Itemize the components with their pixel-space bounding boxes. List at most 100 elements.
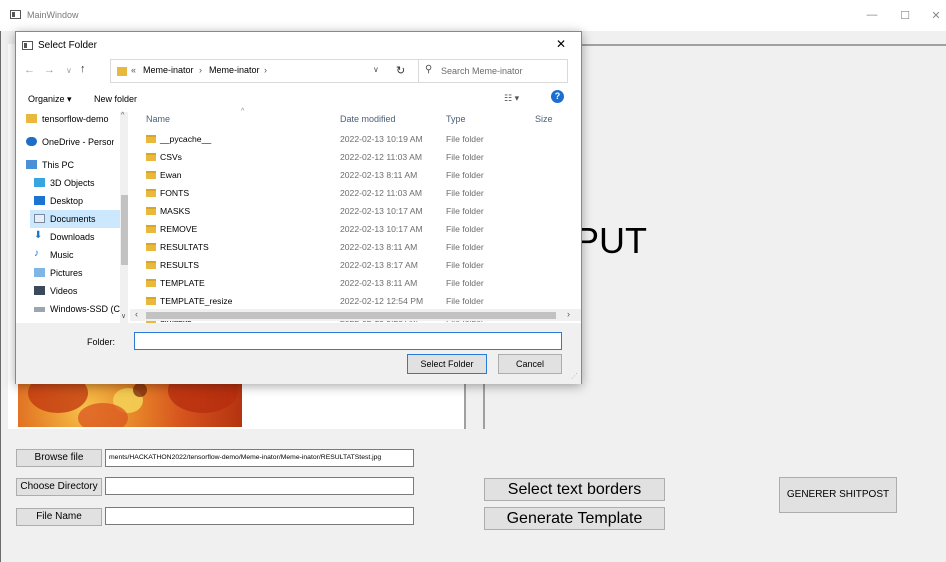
nav-item-pictures[interactable]: Pictures [30,264,122,282]
file-row[interactable]: MASKS 2022-02-13 10:17 AM File folder [146,204,576,219]
nav-item-music[interactable]: ♪ Music [30,246,122,264]
file-type: File folder [446,242,484,252]
file-type: File folder [446,224,484,234]
recent-dropdown-icon[interactable]: ∨ [66,66,72,75]
help-icon[interactable]: ? [551,90,564,103]
dialog-title: Select Folder [38,40,97,51]
videos-icon [34,286,45,295]
file-type: File folder [446,170,484,180]
up-arrow-icon[interactable]: ↑ [80,63,86,75]
nav-item-label: Desktop [50,196,84,206]
folder-icon [146,225,156,233]
column-header-size[interactable]: Size [535,114,553,124]
column-header-type[interactable]: Type [446,114,466,124]
file-date: 2022-02-13 8:11 AM [340,242,418,252]
forward-arrow-icon[interactable]: → [44,64,55,76]
nav-item-windows-ssd[interactable]: Windows-SSD (C:) [30,300,122,318]
search-input[interactable]: Search Meme-inator [418,59,568,83]
organize-button[interactable]: Organize ▾ [28,94,72,105]
file-row[interactable]: FONTS 2022-02-12 11:03 AM File folder [146,186,576,201]
navigation-pane: tensorflow-demo OneDrive - Personal This… [16,110,130,323]
column-header-name[interactable]: Name [146,114,170,124]
file-row[interactable]: Ewan 2022-02-13 8:11 AM File folder [146,168,576,183]
select-folder-button[interactable]: Select Folder [407,354,487,374]
file-row[interactable]: __pycache__ 2022-02-13 10:19 AM File folde… [146,132,576,147]
file-row[interactable]: RESULTS 2022-02-13 8:17 AM File folder [146,258,576,273]
browse-file-button[interactable]: Browse file [16,449,102,467]
nav-item-desktop[interactable]: Desktop [30,192,122,210]
file-row[interactable]: CSVs 2022-02-12 11:03 AM File folder [146,150,576,165]
file-name: __pycache__ [160,134,212,144]
file-type: File folder [446,152,484,162]
scroll-right-icon[interactable]: › [567,309,570,319]
generate-template-button[interactable]: Generate Template [484,507,665,530]
folder-icon [146,135,156,143]
file-date: 2022-02-12 11:03 AM [340,152,423,162]
browse-file-path-field[interactable]: ments/HACKATHON2022/tensorflow-demo/Meme… [105,449,414,467]
nav-item-videos[interactable]: Videos [30,282,122,300]
nav-item-label: Documents [50,214,96,224]
address-bar[interactable]: « Meme-inator › Meme-inator › ∨ ↻ [110,59,419,83]
file-name: TEMPLATE_resize [160,296,233,306]
nav-item-documents[interactable]: Documents [30,210,122,228]
dialog-app-icon [22,41,33,50]
search-icon: ⚲ [425,64,433,75]
nav-item-3d-objects[interactable]: 3D Objects [30,174,122,192]
minimize-button[interactable]: — [857,9,887,21]
file-row[interactable]: TEMPLATE 2022-02-13 8:11 AM File folder [146,276,576,291]
breadcrumb-overflow[interactable]: « [131,65,136,75]
close-button[interactable]: ✕ [921,9,946,22]
resize-grip-icon[interactable]: ⋰ [571,372,578,380]
nav-item-label: Music [50,250,74,260]
breadcrumb-meme-inator-1[interactable]: Meme-inator [143,65,194,75]
maximize-button[interactable]: ☐ [890,9,920,22]
new-folder-button[interactable]: New folder [94,94,137,104]
window-title: MainWindow [27,10,79,20]
file-date: 2022-02-13 10:17 AM [340,224,423,234]
dialog-close-button[interactable]: ✕ [556,37,566,51]
nav-item-tensorflow-demo[interactable]: tensorflow-demo [22,110,114,128]
file-type: File folder [446,278,484,288]
address-dropdown-icon[interactable]: ∨ [373,65,379,74]
select-text-borders-button[interactable]: Select text borders [484,478,665,501]
pictures-icon [34,268,45,277]
nav-item-this-pc[interactable]: This PC [22,156,114,174]
file-row[interactable]: REMOVE 2022-02-13 10:17 AM File folder [146,222,576,237]
nav-scroll-down-icon[interactable]: ∨ [121,312,126,320]
file-name: CSVs [160,152,182,162]
choose-directory-field[interactable] [105,477,414,495]
nav-item-label: 3D Objects [50,178,95,188]
file-name-button[interactable]: File Name [16,508,102,526]
file-name-field[interactable] [105,507,414,525]
folder-icon [146,153,156,161]
file-type: File folder [446,134,484,144]
view-options-icon[interactable]: ☷ ▾ [504,93,519,104]
file-date: 2022-02-13 10:19 AM [340,134,423,144]
output-label: PUT [575,220,647,261]
file-row[interactable]: RESULTATS 2022-02-13 8:11 AM File folder [146,240,576,255]
nav-item-onedrive[interactable]: OneDrive - Personal [22,133,114,151]
back-arrow-icon[interactable]: ← [24,64,35,76]
choose-directory-button[interactable]: Choose Directory [16,478,102,496]
downloads-icon: ⬇ [34,230,43,241]
scroll-left-icon[interactable]: ‹ [135,309,138,319]
file-name: Ewan [160,170,182,180]
horizontal-scrollbar-thumb[interactable] [146,312,556,319]
music-icon: ♪ [34,248,39,259]
nav-scroll-up-icon[interactable]: ^ [121,112,124,119]
generer-shitpost-button[interactable]: GENERER SHITPOST [779,477,897,513]
nav-scrollbar-thumb[interactable] [121,195,128,265]
breadcrumb-meme-inator-2[interactable]: Meme-inator [209,65,260,75]
refresh-icon[interactable]: ↻ [396,64,405,77]
column-header-date[interactable]: Date modified [340,114,396,124]
main-titlebar: MainWindow — ☐ ✕ [0,0,946,31]
file-date: 2022-02-12 12:54 PM [340,296,424,306]
folder-input[interactable] [134,332,562,350]
cancel-button[interactable]: Cancel [498,354,562,374]
file-name: MASKS [160,206,191,216]
nav-item-downloads[interactable]: ⬇ Downloads [30,228,122,246]
file-name: RESULTATS [160,242,209,252]
file-name: FONTS [160,188,190,198]
nav-item-label: tensorflow-demo [42,114,109,124]
file-row[interactable]: TEMPLATE_resize 2022-02-12 12:54 PM File f… [146,294,576,309]
